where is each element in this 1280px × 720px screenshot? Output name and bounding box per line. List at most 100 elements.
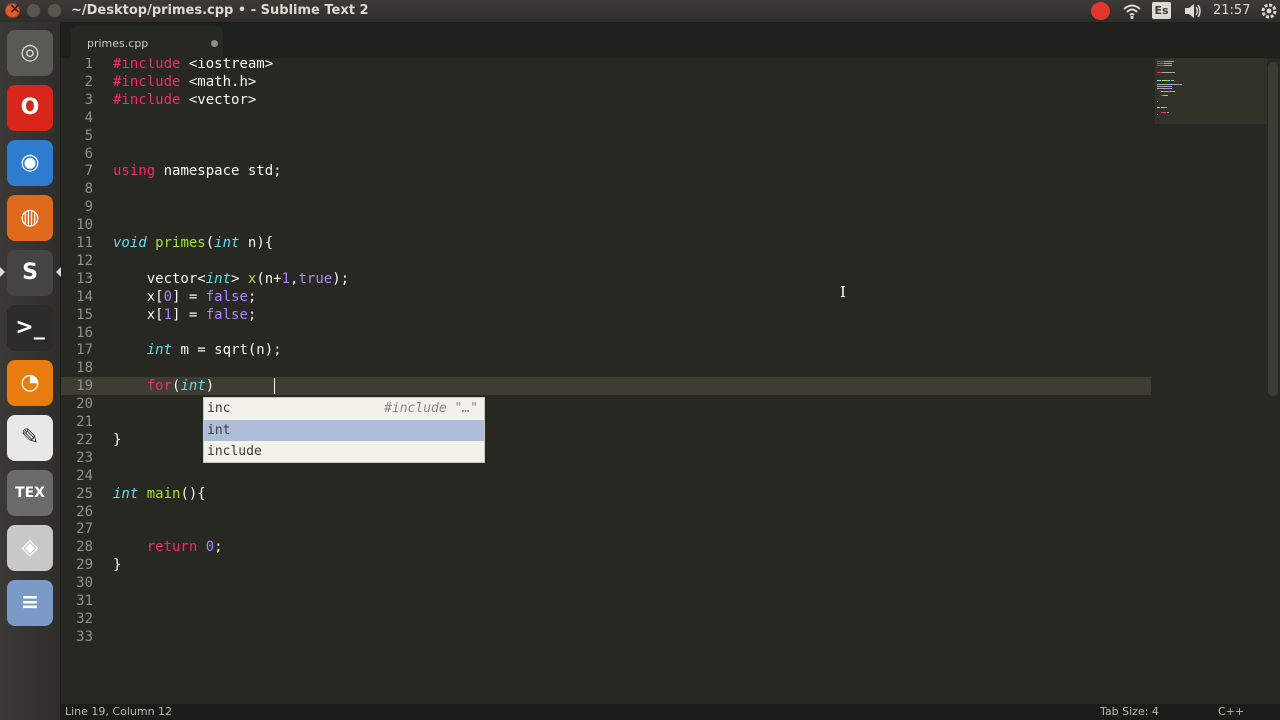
code-token: vector< — [113, 270, 206, 287]
code-token: ); — [332, 270, 350, 287]
window-title: ~/Desktop/primes.cpp • - Sublime Text 2 — [71, 3, 369, 18]
line-number: 30 — [76, 575, 93, 592]
code-token: ; — [247, 306, 257, 323]
code-line[interactable]: void primes(int n){ — [113, 234, 273, 252]
minimap-line — [1157, 83, 1167, 85]
line-number: 22 — [76, 431, 93, 448]
code-line[interactable]: #include <vector> — [113, 91, 256, 109]
launcher-sublime-text-icon[interactable]: S — [7, 250, 53, 296]
launcher-glyph: >_ — [15, 315, 45, 340]
unity-launcher: ◎ O ◉ ◍ S >_ ◔ ✎ TEX ◈ ≡ — [0, 22, 61, 720]
minimap-line — [1171, 85, 1173, 87]
launcher-text-editor-icon[interactable]: ✎ — [7, 415, 53, 461]
code-token: ( — [205, 235, 215, 251]
autocomplete-item[interactable]: include — [204, 441, 484, 462]
code-token: using — [113, 163, 156, 180]
code-token: <math.h> — [180, 73, 257, 90]
launcher-libreoffice-icon[interactable]: ◈ — [7, 525, 53, 571]
launcher-glyph: ≡ — [20, 590, 40, 615]
power-gear-icon[interactable] — [1260, 2, 1278, 20]
line-number: 5 — [84, 127, 93, 144]
launcher-dash-home-icon[interactable]: ◎ — [7, 30, 53, 76]
minimize-window-button[interactable] — [26, 3, 41, 18]
code-line[interactable]: x[0] = false; — [113, 288, 257, 306]
launcher-texmaker-icon[interactable]: TEX — [7, 470, 53, 516]
code-token: #include — [113, 58, 181, 72]
code-editor[interactable]: 1 2 3 4 5 6 7 8 9 10 11 12 13 14 15 16 17 18 19 20 21 22 23 24 2… — [61, 58, 1280, 704]
minimap-line — [1166, 95, 1168, 97]
code-line[interactable]: int m = sqrt(n); — [113, 341, 282, 359]
launcher-app-stack-icon[interactable]: ≡ — [7, 580, 53, 626]
autocomplete-trigger: int — [207, 422, 231, 438]
line-number: 6 — [84, 145, 93, 162]
minimap-line — [1161, 72, 1175, 74]
code-line[interactable]: for(int) — [113, 377, 214, 395]
tab-primes-cpp[interactable]: primes.cpp — [71, 26, 223, 58]
line-number: 27 — [76, 521, 93, 538]
line-number: 3 — [84, 91, 93, 108]
active-app-left-arrow-icon — [0, 267, 5, 277]
code-line[interactable]: #include <math.h> — [113, 73, 256, 91]
launcher-glyph: ◍ — [20, 205, 40, 230]
launcher-chromium-icon[interactable]: ◉ — [7, 140, 53, 186]
code-token: return — [146, 539, 198, 556]
code-line[interactable]: int main(){ — [113, 485, 206, 503]
line-number: 21 — [76, 414, 93, 430]
volume-icon[interactable] — [1183, 2, 1203, 20]
vertical-scrollbar[interactable] — [1268, 62, 1278, 396]
autocomplete-item[interactable]: int — [204, 419, 484, 441]
line-number: 24 — [76, 467, 93, 484]
code-line[interactable]: } — [113, 556, 121, 574]
minimap-line — [1157, 100, 1158, 102]
tab-size-indicator[interactable]: Tab Size: 4 — [1100, 704, 1159, 720]
minimap-line — [1157, 106, 1160, 108]
launcher-terminal-icon[interactable]: >_ — [7, 305, 53, 351]
unsaved-dot-icon[interactable] — [211, 40, 218, 47]
launcher-blender-icon[interactable]: ◔ — [7, 360, 53, 406]
code-line[interactable]: x[1] = false; — [113, 306, 257, 324]
code-token: 0 — [163, 288, 173, 305]
code-token: > — [231, 270, 248, 287]
code-line[interactable]: using namespace std; — [113, 162, 282, 180]
line-number: 1 — [84, 58, 93, 72]
launcher-glyph: ◈ — [21, 535, 39, 560]
line-number: 23 — [76, 449, 93, 466]
launcher-glyph: ◔ — [20, 370, 40, 395]
launcher-glyph: O — [20, 95, 40, 120]
wifi-icon[interactable] — [1122, 2, 1142, 20]
code-line[interactable]: #include <iostream> — [113, 58, 273, 73]
tab-bar: primes.cpp — [61, 22, 1280, 58]
code-line[interactable]: } — [113, 431, 121, 449]
line-number: 33 — [76, 628, 93, 645]
code-token: <vector> — [180, 91, 257, 108]
code-token: main — [146, 485, 181, 502]
launcher-opera-icon[interactable]: O — [7, 85, 53, 131]
keyboard-layout-indicator[interactable]: Es — [1152, 2, 1171, 19]
line-number: 16 — [76, 324, 93, 341]
code-token: ] = — [172, 288, 206, 305]
launcher-firefox-icon[interactable]: ◍ — [7, 195, 53, 241]
minimap[interactable] — [1155, 58, 1267, 124]
code-token: ) — [205, 378, 215, 395]
maximize-window-button[interactable] — [47, 3, 62, 18]
code-token: int — [205, 270, 232, 287]
close-window-button[interactable] — [5, 1, 21, 18]
clock[interactable]: 21:57 — [1213, 3, 1250, 18]
code-token: for — [146, 378, 173, 395]
autocomplete-item[interactable]: inc #include "…" — [204, 398, 484, 419]
cursor-position: Line 19, Column 12 — [65, 705, 173, 718]
minimap-line — [1164, 62, 1173, 64]
code-token: n){ — [239, 235, 274, 251]
record-indicator-icon[interactable] — [1091, 2, 1110, 20]
minimap-line — [1164, 106, 1167, 108]
tab-label: primes.cpp — [87, 37, 149, 50]
line-number: 17 — [76, 342, 93, 359]
syntax-indicator[interactable]: C++ — [1218, 704, 1244, 720]
line-number: 18 — [76, 360, 93, 377]
minimap-line — [1157, 61, 1165, 62]
line-number: 8 — [84, 181, 93, 198]
code-line[interactable]: return 0; — [113, 538, 223, 556]
code-token: false — [205, 306, 248, 323]
code-line[interactable]: vector<int> x(n+1,true); — [113, 270, 349, 288]
